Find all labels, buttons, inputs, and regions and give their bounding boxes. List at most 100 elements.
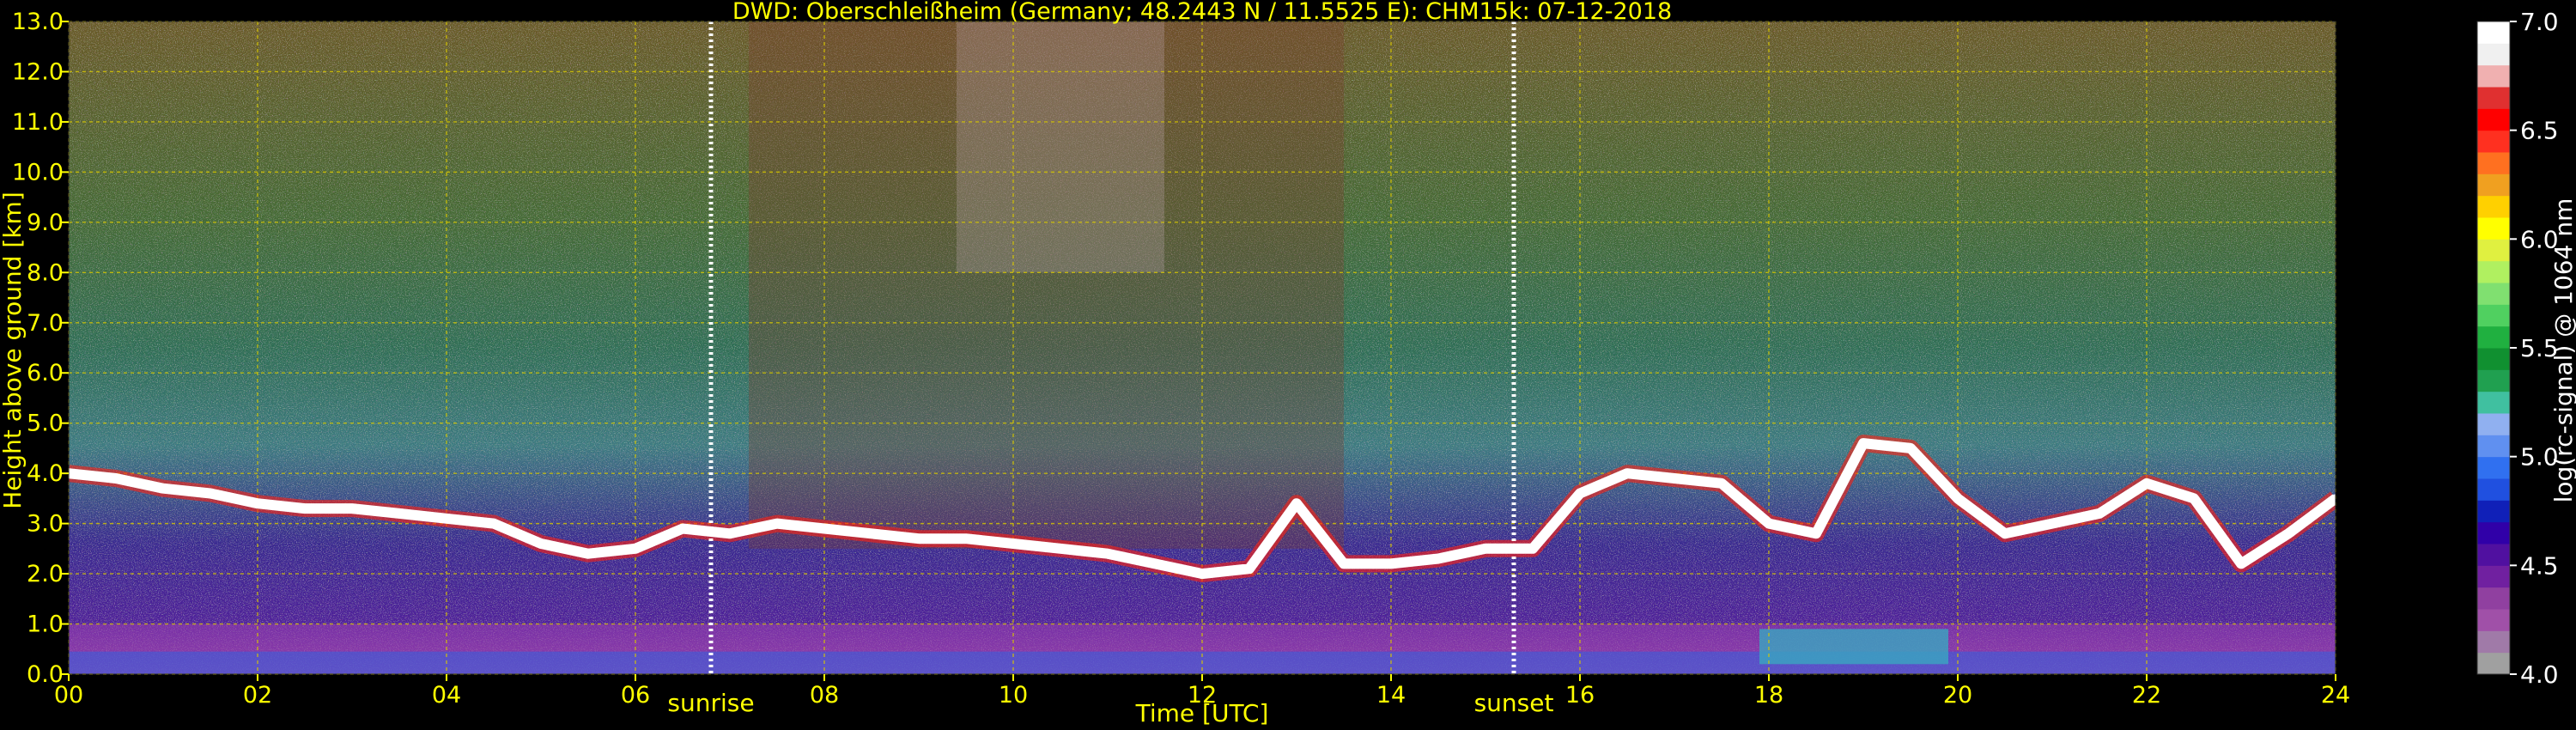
colorbar-segment <box>2477 652 2510 675</box>
cloud-point <box>1623 469 1631 478</box>
colorbar-segment <box>2477 391 2510 414</box>
cloud-point <box>253 499 262 508</box>
colorbar: 4.04.55.05.56.06.57.0 <box>2476 8 2559 689</box>
x-tick-label: 18 <box>1754 682 1783 709</box>
y-tick-label: 10.0 <box>12 159 64 186</box>
cloud-point <box>1198 569 1206 579</box>
colorbar-segment <box>2477 630 2510 654</box>
colorbar-label: log(rc-signal) @ 1064 nm <box>2549 198 2576 503</box>
cloud-point <box>1859 439 1868 448</box>
cloud-point <box>1906 443 1915 453</box>
colorbar-segment <box>2477 587 2510 610</box>
x-tick-label: 06 <box>621 682 650 709</box>
cloud-point <box>2048 519 2057 528</box>
cloud-point <box>1528 544 1537 553</box>
colorbar-segment <box>2477 500 2510 523</box>
cloud-point <box>301 504 309 514</box>
cloud-point <box>2095 508 2104 518</box>
colorbar-segment <box>2477 43 2510 66</box>
colorbar-segment <box>2477 565 2510 588</box>
cloud-point <box>914 534 923 544</box>
colorbar-segment <box>2477 217 2510 240</box>
cloud-point <box>395 508 404 518</box>
colorbar-tick-label: 4.5 <box>2520 551 2559 580</box>
y-tick-label: 13.0 <box>12 9 64 35</box>
x-tick-label: 22 <box>2132 682 2161 709</box>
cloud-point <box>1481 544 1490 553</box>
y-tick-label: 9.0 <box>27 210 64 236</box>
cloud-point <box>2001 529 2009 538</box>
x-tick-label: 16 <box>1565 682 1595 709</box>
cloud-point <box>1812 529 1820 538</box>
cloud-point <box>1953 494 1962 503</box>
y-tick-label: 5.0 <box>27 411 64 437</box>
cloud-point <box>2142 478 2151 488</box>
cloud-point <box>1670 474 1679 483</box>
cloud-point <box>584 549 592 558</box>
colorbar-segment <box>2477 478 2510 501</box>
colorbar-segment <box>2477 348 2510 370</box>
colorbar-segment <box>2477 369 2510 392</box>
x-tick-label: 10 <box>999 682 1028 709</box>
cloud-point <box>1434 554 1443 563</box>
cloud-point <box>2190 494 2198 503</box>
cloud-point <box>1103 549 1112 558</box>
colorbar-segment <box>2477 87 2510 109</box>
cloud-point <box>537 539 545 548</box>
y-tick-label: 8.0 <box>27 259 64 286</box>
colorbar-segment <box>2477 64 2510 88</box>
y-tick-label: 4.0 <box>27 460 64 487</box>
y-tick-label: 6.0 <box>27 360 64 386</box>
colorbar-segment <box>2477 260 2510 283</box>
y-tick-label: 0.0 <box>27 661 64 688</box>
colorbar-segment <box>2477 108 2510 131</box>
colorbar-segment <box>2477 325 2510 349</box>
colorbar-segment <box>2477 413 2510 435</box>
colorbar-segment <box>2477 173 2510 197</box>
cloud-point <box>112 474 120 483</box>
y-tick-label: 12.0 <box>12 58 64 85</box>
lidar-backscatter-chart: 00 02 04 06 08 10 12 14 16 18 20 22 240.01.02.03.04.… <box>0 0 2576 727</box>
cloud-point <box>773 519 781 528</box>
cloud-point <box>726 529 734 538</box>
annotation-label: sunset <box>1474 689 1554 717</box>
cloud-point <box>442 514 451 523</box>
cloud-point <box>1009 539 1018 548</box>
cloud-point <box>1340 559 1348 569</box>
colorbar-segment <box>2477 130 2510 153</box>
y-tick-label: 1.0 <box>27 611 64 638</box>
colorbar-segment <box>2477 152 2510 174</box>
y-tick-label: 3.0 <box>27 511 64 538</box>
x-tick-label: 08 <box>810 682 839 709</box>
cloud-point <box>1292 499 1301 508</box>
cloud-point <box>206 489 215 498</box>
cloud-point <box>2237 559 2245 569</box>
cloud-point <box>1056 544 1065 553</box>
cloud-point <box>1576 489 1584 498</box>
cloud-point <box>962 534 970 544</box>
cloud-point <box>1765 519 1773 528</box>
colorbar-segment <box>2477 456 2510 479</box>
colorbar-segment <box>2477 21 2510 44</box>
chart-title: DWD: Oberschleißheim (Germany; 48.2443 N… <box>732 0 1672 25</box>
colorbar-tick-label: 7.0 <box>2520 8 2559 36</box>
x-axis-label: Time [UTC] <box>1135 699 1269 727</box>
cloud-point <box>1717 478 1726 488</box>
colorbar-segment <box>2477 239 2510 262</box>
colorbar-segment <box>2477 435 2510 458</box>
cloud-point <box>1245 564 1254 574</box>
x-tick-label: 04 <box>432 682 461 709</box>
annotation-label: sunrise <box>667 689 754 717</box>
cloud-point <box>867 529 876 538</box>
colorbar-segment <box>2477 195 2510 218</box>
colorbar-segment <box>2477 283 2510 305</box>
colorbar-tick-label: 4.0 <box>2520 660 2559 689</box>
cloud-point <box>159 484 167 493</box>
colorbar-segment <box>2477 609 2510 631</box>
cloud-point <box>2284 529 2293 538</box>
y-tick-label: 7.0 <box>27 310 64 337</box>
evening-aerosol-band <box>1759 629 1948 665</box>
cloud-point <box>1151 559 1159 569</box>
cloud-point <box>1387 559 1395 569</box>
y-tick-label: 2.0 <box>27 561 64 587</box>
